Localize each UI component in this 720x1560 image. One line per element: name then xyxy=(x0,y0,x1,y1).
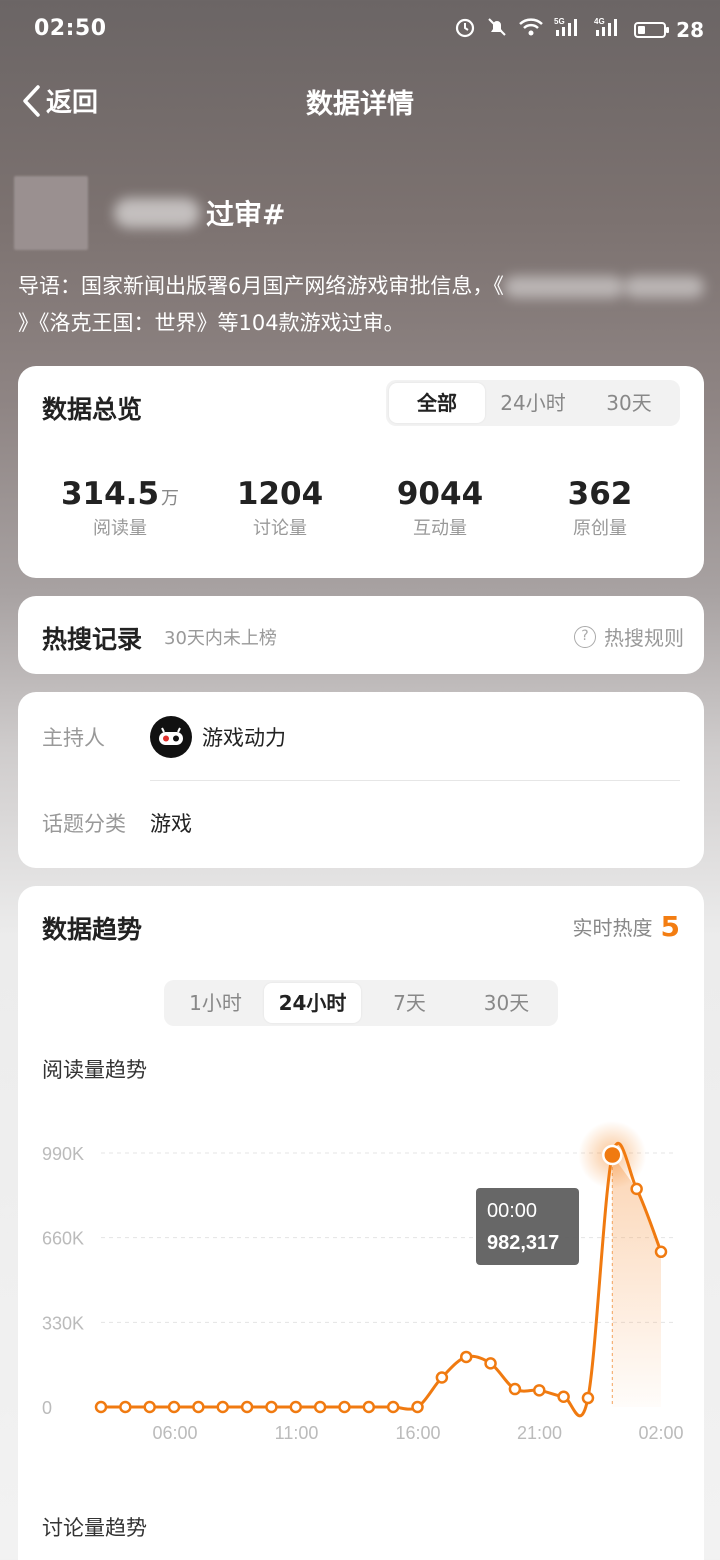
stat-label: 互动量 xyxy=(413,518,467,539)
intro-prefix: 导语：国家新闻出版署6月国产网络游戏审批信息，《 xyxy=(18,274,504,298)
page-title: 数据详情 xyxy=(306,89,414,120)
overview-title: 数据总览 xyxy=(42,395,143,424)
stat-interactions: 9044 互动量 xyxy=(360,476,520,540)
overview-range-tabs: 全部 24小时 30天 xyxy=(386,380,680,426)
data-point xyxy=(459,1350,473,1364)
intro-suffix: 》《洛克王国：世界》等104款游戏过审。 xyxy=(18,311,405,335)
x-tick-label: 11:00 xyxy=(275,1423,319,1443)
stat-unit: 万 xyxy=(161,488,180,509)
stat-value: 314.5 xyxy=(60,476,160,512)
status-time: 02:50 xyxy=(34,16,107,41)
stat-value: 9044 xyxy=(396,476,484,512)
hot-search-rules-link[interactable]: ? 热搜规则 xyxy=(574,622,684,651)
stat-reads: 314.5 万 阅读量 xyxy=(40,476,200,540)
stat-originals: 362 原创量 xyxy=(520,476,680,540)
blurred-text xyxy=(503,276,624,298)
topic-info-card: 主持人 游戏动力 话题分类 游戏 xyxy=(18,692,704,868)
overview-tab-all[interactable]: 全部 xyxy=(389,383,485,423)
data-point xyxy=(654,1245,668,1259)
hot-search-rules-label: 热搜规则 xyxy=(604,626,684,650)
host-name[interactable]: 游戏动力 xyxy=(202,722,286,752)
gamepad-icon[interactable] xyxy=(150,716,192,758)
stat-label: 讨论量 xyxy=(253,518,307,539)
nav-bar: 返回 数据详情 xyxy=(0,70,720,130)
mute-bell-icon xyxy=(486,16,508,43)
data-point xyxy=(338,1400,351,1414)
data-point xyxy=(581,1391,595,1405)
data-point xyxy=(313,1400,327,1414)
data-point xyxy=(435,1371,449,1384)
trend-card: 数据趋势 实时热度 5 1小时 24小时 7天 30天 阅读量趋势 0 330K 6… xyxy=(18,886,704,1560)
blurred-text xyxy=(623,276,704,298)
tooltip-time: 00:00 xyxy=(487,1200,537,1222)
data-point xyxy=(362,1400,376,1414)
hot-search-title: 热搜记录 xyxy=(42,625,143,654)
battery-icon xyxy=(634,21,670,38)
wifi-icon xyxy=(518,17,544,42)
data-point xyxy=(265,1400,278,1414)
y-tick-label: 660K xyxy=(42,1229,84,1249)
data-point xyxy=(411,1400,424,1414)
status-bar: 02:50 5G 4G 28 xyxy=(0,0,720,60)
question-circle-icon: ? xyxy=(574,625,596,648)
data-point xyxy=(94,1400,108,1414)
highlighted-data-point xyxy=(602,1144,623,1166)
category-row: 话题分类 游戏 xyxy=(42,808,192,838)
status-icons: 5G 4G 28 xyxy=(454,16,704,43)
svg-text:5G: 5G xyxy=(554,17,565,26)
data-point xyxy=(630,1182,643,1196)
stat-label: 原创量 xyxy=(573,518,627,539)
topic-intro: 导语：国家新闻出版署6月国产网络游戏审批信息，《》《洛克王国：世界》等104款游… xyxy=(18,268,708,342)
data-point xyxy=(167,1400,181,1414)
x-tick-label: 02:00 xyxy=(638,1423,683,1443)
tooltip-value: 982,317 xyxy=(487,1232,559,1254)
data-point xyxy=(557,1390,570,1403)
data-point xyxy=(143,1400,156,1414)
data-point xyxy=(484,1357,497,1370)
data-point xyxy=(216,1400,229,1414)
overview-card: 数据总览 全部 24小时 30天 314.5 万 阅读量 1204 讨论量 904… xyxy=(18,366,704,578)
divider xyxy=(150,780,680,781)
topic-header: 过审# xyxy=(14,176,285,250)
x-tick-label: 21:00 xyxy=(517,1423,562,1443)
hot-search-card: 热搜记录 30天内未上榜 ? 热搜规则 xyxy=(18,596,704,674)
topic-title-text: 过审# xyxy=(206,198,286,231)
series-line xyxy=(100,1141,663,1418)
category-value: 游戏 xyxy=(150,812,192,836)
data-point xyxy=(119,1400,132,1414)
overview-stats: 314.5 万 阅读量 1204 讨论量 9044 互动量 362 原创量 xyxy=(18,476,704,540)
y-tick-label: 0 xyxy=(42,1398,52,1418)
data-point xyxy=(289,1400,303,1414)
stat-discussions: 1204 讨论量 xyxy=(200,476,360,540)
alarm-icon xyxy=(454,16,476,43)
category-label: 话题分类 xyxy=(42,812,126,836)
stat-label: 阅读量 xyxy=(93,518,147,539)
y-tick-label: 990K xyxy=(42,1144,84,1164)
stat-value: 362 xyxy=(567,476,633,512)
signal-4g-icon: 4G xyxy=(594,16,624,43)
overview-tab-24h[interactable]: 24小时 xyxy=(485,383,581,423)
stat-value: 1204 xyxy=(236,476,324,512)
topic-avatar[interactable] xyxy=(14,176,88,250)
host-label: 主持人 xyxy=(42,726,105,750)
data-point xyxy=(386,1400,400,1414)
data-point xyxy=(533,1384,546,1397)
host-row: 主持人 游戏动力 xyxy=(42,716,286,758)
svg-text:4G: 4G xyxy=(594,17,605,26)
battery-percent: 28 xyxy=(676,17,704,42)
overview-tab-30d[interactable]: 30天 xyxy=(581,383,677,423)
x-tick-label: 06:00 xyxy=(152,1423,197,1443)
blurred-text xyxy=(114,198,200,228)
x-tick-label: 16:00 xyxy=(395,1423,440,1443)
data-point xyxy=(508,1382,522,1396)
discussion-trend-title: 讨论量趋势 xyxy=(42,1516,147,1540)
y-tick-label: 330K xyxy=(42,1313,84,1333)
data-point xyxy=(240,1400,254,1414)
read-trend-chart[interactable]: 0 330K 660K 990K 06:00 11:00 16:00 21:00 02:00 00… xyxy=(18,886,704,1506)
data-point xyxy=(192,1400,205,1414)
topic-title: 过审# xyxy=(114,193,285,233)
signal-5g-icon: 5G xyxy=(554,16,584,43)
hot-search-status: 30天内未上榜 xyxy=(164,628,277,649)
